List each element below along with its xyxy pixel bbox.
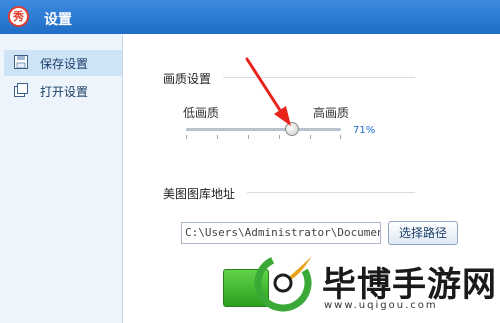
watermark-text: 毕博手游网 <box>322 265 497 305</box>
quality-slider-track[interactable] <box>186 128 341 131</box>
high-quality-label: 高画质 <box>313 106 350 120</box>
section-divider <box>223 77 415 78</box>
quality-slider-thumb[interactable] <box>285 122 299 136</box>
slider-ticks <box>186 135 341 139</box>
watermark-logo-icon <box>254 254 312 312</box>
slider-tick <box>340 135 341 139</box>
slider-tick <box>310 135 311 139</box>
sidebar-item-open-settings[interactable]: 打开设置 <box>4 78 122 104</box>
save-icon <box>14 55 28 69</box>
quality-section-title: 画质设置 <box>163 72 212 86</box>
slider-tick <box>248 135 249 139</box>
sidebar-item-save-settings[interactable]: 保存设置 <box>4 50 122 76</box>
slider-tick <box>186 135 187 139</box>
low-quality-label: 低画质 <box>183 106 220 120</box>
watermark-url: www.uqigou.com <box>324 300 438 311</box>
window-title: 设置 <box>44 12 72 28</box>
title-bar[interactable]: 秀 设置 <box>0 0 500 34</box>
library-section-title: 美图图库地址 <box>163 187 236 201</box>
settings-window: 秀 设置 保存设置 打开设置 画质设置 低画质 高画质 71% 美图图库地址 C… <box>0 0 500 323</box>
slider-tick <box>279 135 280 139</box>
open-icon <box>14 83 28 97</box>
choose-path-button[interactable]: 选择路径 <box>388 221 458 245</box>
section-divider <box>247 192 415 193</box>
app-logo-icon: 秀 <box>8 6 29 27</box>
slider-tick <box>217 135 218 139</box>
sidebar: 保存设置 打开设置 <box>0 34 123 323</box>
sidebar-item-label: 打开设置 <box>40 85 89 99</box>
quality-value: 71% <box>353 125 376 136</box>
library-path-input[interactable]: C:\Users\Administrator\Documents <box>181 222 381 244</box>
sidebar-item-label: 保存设置 <box>40 57 89 71</box>
